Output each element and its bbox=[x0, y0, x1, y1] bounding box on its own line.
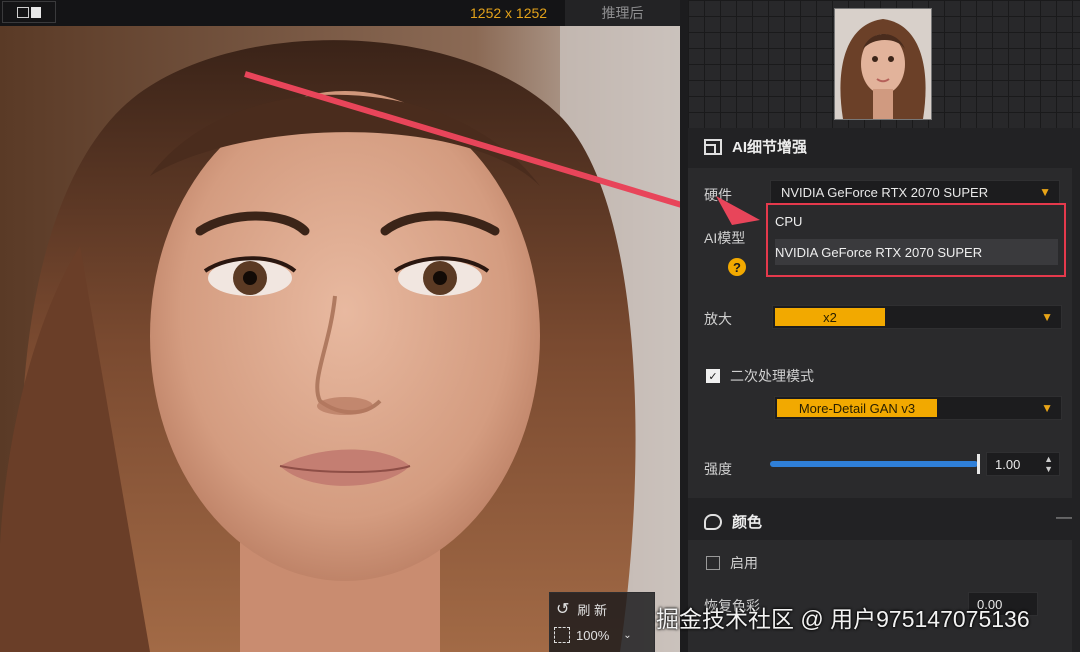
annotation-arrow bbox=[716, 196, 760, 225]
watermark-text: 掘金技术社区 @ 用户975147075136 bbox=[656, 606, 1030, 632]
